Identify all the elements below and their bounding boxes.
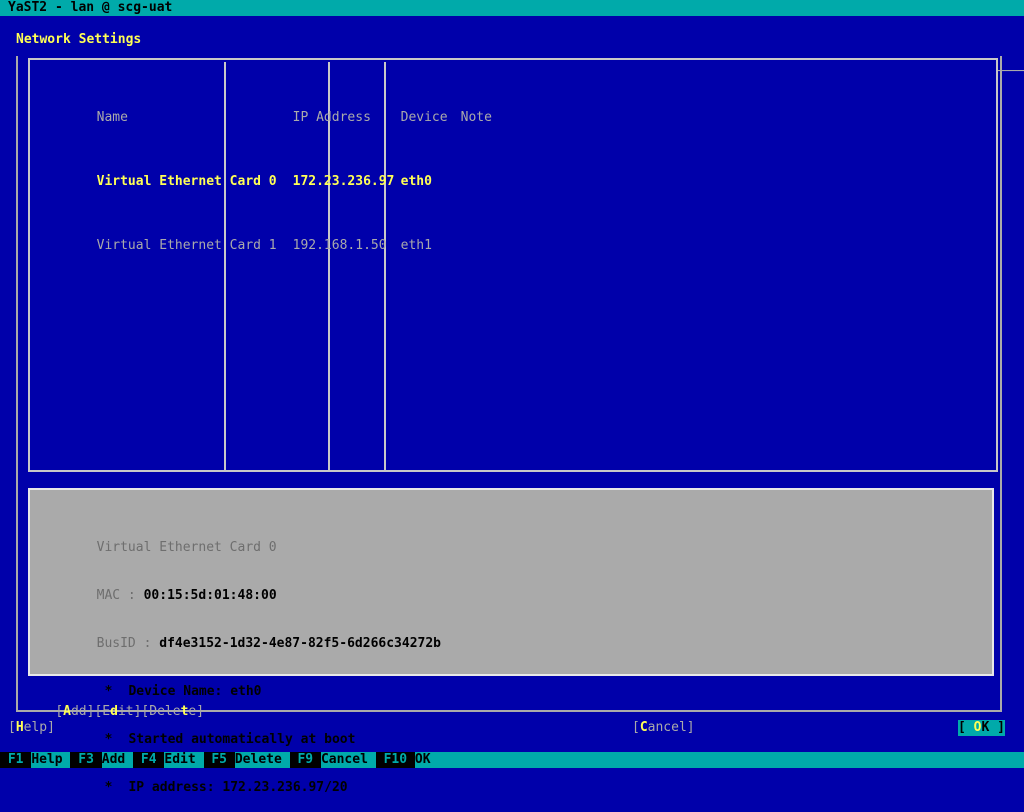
detail-busid-value: df4e3152-1d32-4e87-82f5-6d266c34272b xyxy=(159,636,442,651)
add-button[interactable]: [Add] xyxy=(55,704,94,719)
help-button-post: elp] xyxy=(23,720,55,735)
function-key-bar: F1 Help F3 Add F4 Edit F5 Delete F9 Canc… xyxy=(0,752,1024,768)
detail-mac-value: 00:15:5d:01:48:00 xyxy=(143,588,277,603)
window-title: YaST2 - lan @ scg-uat xyxy=(8,0,173,15)
detail-busid-colon: : xyxy=(135,636,160,651)
table-row[interactable]: Virtual Ethernet Card 1 192.168.1.50 eth1 xyxy=(34,222,492,253)
cancel-button-pre: [ xyxy=(632,720,640,735)
cell-ip: 172.23.236.97 xyxy=(292,174,395,189)
cell-device: eth1 xyxy=(400,238,432,253)
interface-details-panel: Virtual Ethernet Card 0 MAC : 00:15:5d:0… xyxy=(28,488,994,795)
ok-button-pre: [ xyxy=(958,720,974,735)
delete-button-pre: [Dele xyxy=(141,704,181,719)
cell-name: Virtual Ethernet Card 1 xyxy=(96,238,277,253)
cell-ip: 192.168.1.50 xyxy=(292,238,387,253)
fkey-f9-label[interactable]: Cancel xyxy=(320,752,376,768)
cancel-button[interactable]: [Cancel] xyxy=(632,720,695,736)
column-header-device: Device xyxy=(400,110,448,125)
edit-button-pre: [E xyxy=(94,704,111,719)
panel-border-right xyxy=(1000,56,1002,712)
add-button-pre: [ xyxy=(55,704,64,719)
cancel-button-post: ancel] xyxy=(647,720,695,735)
detail-busid-line: BusID : df4e3152-1d32-4e87-82f5-6d266c34… xyxy=(34,620,441,651)
terminal-screen: YaST2 - lan @ scg-uat Network Settings ┌… xyxy=(0,0,1024,795)
detail-busid-label: BusID xyxy=(96,636,136,651)
title-bar: YaST2 - lan @ scg-uat xyxy=(0,0,1024,16)
add-button-post: dd] xyxy=(70,704,95,719)
fkey-f5-label[interactable]: Delete xyxy=(234,752,290,768)
edit-button[interactable]: [Edit] xyxy=(94,704,141,719)
cell-device: eth0 xyxy=(400,174,432,189)
interfaces-table[interactable]: Name IP Address Device Note Virtual Etherne… xyxy=(28,58,998,472)
edit-button-post: it] xyxy=(117,704,142,719)
delete-button[interactable]: [Delete] xyxy=(141,704,204,719)
detail-mac-line: MAC : 00:15:5d:01:48:00 xyxy=(34,572,441,603)
fkey-f3-number[interactable]: F3 xyxy=(70,752,102,768)
detail-title-text: Virtual Ethernet Card 0 xyxy=(96,540,277,555)
bullet-glyph-icon: * xyxy=(104,780,113,795)
detail-bullet-text: IP address: 172.23.236.97/20 xyxy=(128,780,348,795)
help-button-shortcut: H xyxy=(15,720,24,735)
cell-name: Virtual Ethernet Card 0 xyxy=(96,174,277,189)
fkey-f1-number[interactable]: F1 xyxy=(0,752,32,768)
cancel-button-shortcut: C xyxy=(639,720,648,735)
fkey-f5-number[interactable]: F5 xyxy=(203,752,235,768)
panel-border-left xyxy=(16,56,18,712)
edit-button-shortcut: d xyxy=(110,704,118,719)
fkey-f10-label[interactable]: OK xyxy=(414,752,439,768)
fkey-f3-label[interactable]: Add xyxy=(101,752,134,768)
detail-mac-colon: : xyxy=(120,588,144,603)
add-button-shortcut: A xyxy=(63,704,71,719)
help-button[interactable]: [Help] xyxy=(8,720,55,736)
column-header-ip: IP Address xyxy=(292,110,371,125)
column-header-name: Name xyxy=(96,110,128,125)
fkey-f9-number[interactable]: F9 xyxy=(289,752,321,768)
fkey-f4-label[interactable]: Edit xyxy=(164,752,204,768)
page-title: Network Settings xyxy=(16,32,142,47)
fkey-f10-number[interactable]: F10 xyxy=(375,752,415,768)
table-header-row: Name IP Address Device Note xyxy=(34,94,492,125)
delete-button-post: e] xyxy=(188,704,205,719)
table-row[interactable]: Virtual Ethernet Card 0 172.23.236.97 eth0 xyxy=(34,158,492,189)
detail-bullet-line: * Device Name: eth0 xyxy=(34,668,441,699)
fkey-f1-label[interactable]: Help xyxy=(31,752,71,768)
detail-mac-label: MAC xyxy=(96,588,121,603)
column-header-note: Note xyxy=(460,110,492,125)
ok-button-post: K ] xyxy=(981,720,1005,735)
ok-button[interactable]: [ OK ] xyxy=(958,720,1005,736)
help-button-pre: [ xyxy=(8,720,16,735)
fkey-f4-number[interactable]: F4 xyxy=(133,752,165,768)
detail-title: Virtual Ethernet Card 0 xyxy=(34,524,441,555)
